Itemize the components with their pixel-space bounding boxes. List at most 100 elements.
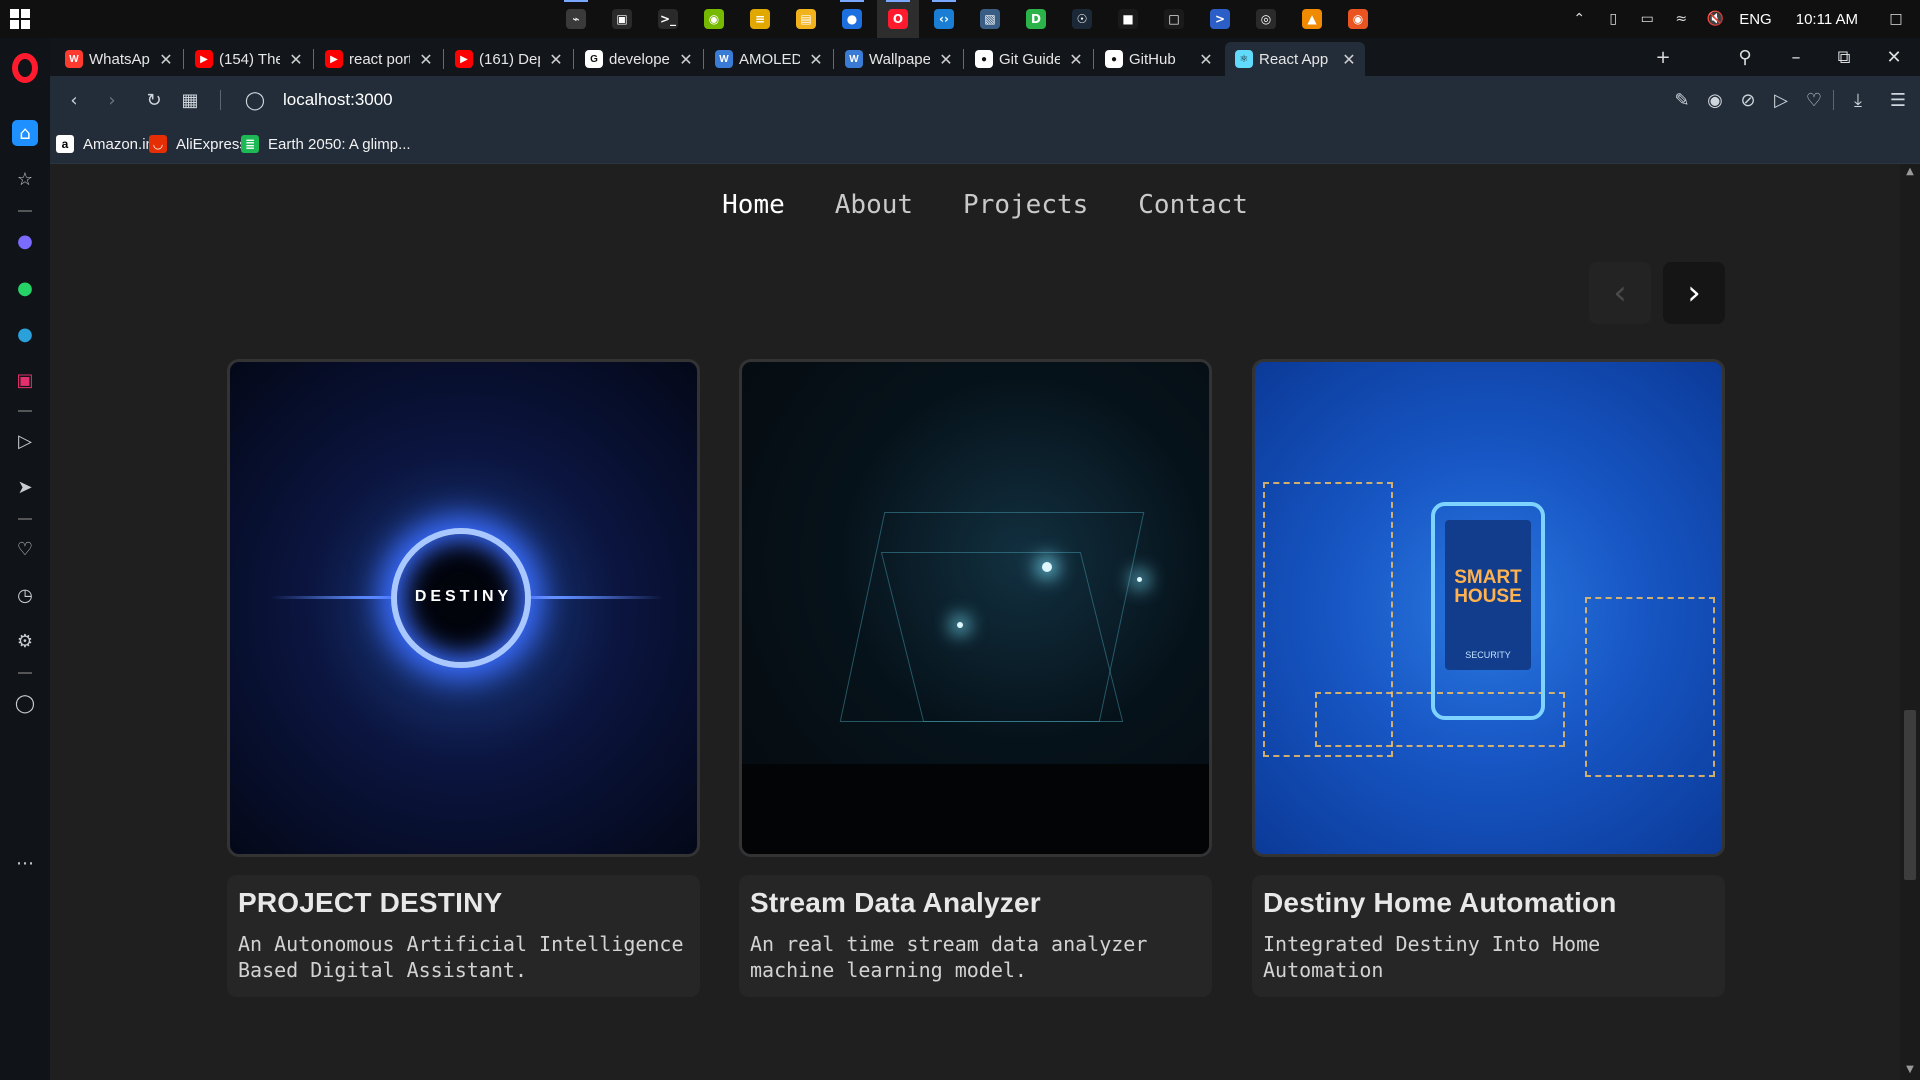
telegram-icon[interactable]: ● xyxy=(12,321,38,347)
project-card[interactable]: DESTINY PROJECT DESTINY An Autonomous Ar… xyxy=(227,359,700,997)
scroll-up-icon[interactable]: ▲ xyxy=(1904,166,1916,180)
adblock-icon[interactable]: ⊘ xyxy=(1736,88,1760,112)
tab-close-icon[interactable]: ✕ xyxy=(1339,50,1359,69)
tab-close-icon[interactable]: ✕ xyxy=(546,50,566,69)
bookmark-item[interactable]: ≣ Earth 2050: A glimp... xyxy=(241,133,411,155)
restore-button[interactable]: ⧉ xyxy=(1824,38,1864,76)
lightbulb-icon[interactable]: ◯ xyxy=(12,690,38,716)
project-card[interactable]: Stream Data Analyzer An real time stream… xyxy=(739,359,1212,997)
image-caption: SMART HOUSE xyxy=(1454,567,1522,607)
clock[interactable]: 10:11 AM xyxy=(1796,11,1858,28)
tab-close-icon[interactable]: ✕ xyxy=(806,50,826,69)
wifi-icon[interactable]: ≈ xyxy=(1671,9,1691,29)
globe-icon[interactable]: ◯ xyxy=(243,88,267,112)
scroll-down-icon[interactable]: ▼ xyxy=(1904,1064,1916,1078)
nav-link-home[interactable]: Home xyxy=(722,190,785,220)
carousel-prev-button[interactable]: ‹ xyxy=(1589,262,1651,324)
bookmark-item[interactable]: ◡ AliExpress xyxy=(149,133,247,155)
download-icon[interactable]: ⤓ xyxy=(1846,88,1870,112)
taskbar-app-powershell[interactable]: > xyxy=(1199,0,1241,38)
new-tab-button[interactable]: + xyxy=(1643,38,1683,76)
bookmark-heart-icon[interactable]: ♡ xyxy=(1802,88,1826,112)
taskbar-app-cmd[interactable]: ■ xyxy=(1107,0,1149,38)
taskbar-app-obs[interactable]: ◎ xyxy=(1245,0,1287,38)
nav-link-projects[interactable]: Projects xyxy=(963,190,1088,220)
speed-dial-icon[interactable]: ☆ xyxy=(12,166,38,192)
camera-icon[interactable]: ◉ xyxy=(1703,88,1727,112)
browser-tab[interactable]: ● Git Guides - in ✕ xyxy=(965,42,1092,76)
tab-divider xyxy=(703,49,704,69)
tab-close-icon[interactable]: ✕ xyxy=(156,50,176,69)
language-indicator[interactable]: ENG xyxy=(1739,11,1772,28)
taskbar-app-vlc[interactable]: ▲ xyxy=(1291,0,1333,38)
taskbar-app-acer[interactable]: ⌁ xyxy=(555,0,597,38)
heart-icon[interactable]: ♡ xyxy=(12,536,38,562)
page-viewport: Home About Projects Contact ‹ › DESTINY PRO… xyxy=(50,164,1900,1080)
url-field[interactable]: localhost:3000 xyxy=(283,88,393,112)
player-icon[interactable]: ▷ xyxy=(12,428,38,454)
page-scrollbar[interactable]: ▲ ▼ xyxy=(1900,164,1920,1080)
reload-button[interactable]: ↻ xyxy=(142,88,166,112)
tab-close-icon[interactable]: ✕ xyxy=(676,50,696,69)
opera-logo-icon[interactable] xyxy=(12,53,38,83)
chevron-up-icon[interactable]: ⌃ xyxy=(1569,9,1589,29)
settings-icon[interactable]: ⚙ xyxy=(12,628,38,654)
tab-grid-icon[interactable]: ▦ xyxy=(178,88,202,112)
home-icon[interactable]: ⌂ xyxy=(12,120,38,146)
tab-close-icon[interactable]: ✕ xyxy=(1066,50,1086,69)
flow-icon[interactable]: ▷ xyxy=(1769,88,1793,112)
minimize-button[interactable]: – xyxy=(1776,38,1816,76)
taskbar-app-vscode[interactable]: ‹› xyxy=(923,0,965,38)
system-tray: ⌃ ▯ ▭ ≈ 🔇 ENG 10:11 AM □ xyxy=(1569,0,1920,38)
tab-close-icon[interactable]: ✕ xyxy=(936,50,956,69)
windows-start-button[interactable] xyxy=(0,0,40,38)
edit-icon[interactable]: ✎ xyxy=(1670,88,1694,112)
browser-tab[interactable]: ▶ (161) Deploying ✕ xyxy=(445,42,572,76)
taskbar-app-nvidia[interactable]: ◉ xyxy=(693,0,735,38)
taskbar-app-window[interactable]: □ xyxy=(1153,0,1195,38)
browser-tab[interactable]: Gdeveloper wal ✕ xyxy=(575,42,702,76)
close-window-button[interactable]: ✕ xyxy=(1874,38,1914,76)
bookmarks-bar: a Amazon.in ◡ AliExpress ≣ Earth 2050: A glim… xyxy=(50,124,1920,164)
taskbar-app-notes[interactable]: ≡ xyxy=(739,0,781,38)
nav-link-contact[interactable]: Contact xyxy=(1138,190,1248,220)
browser-tab[interactable]: ▶ (154) The True ✕ xyxy=(185,42,312,76)
phone-link-icon[interactable]: ▯ xyxy=(1603,9,1623,29)
taskbar-app-upwork[interactable]: D xyxy=(1015,0,1057,38)
nav-link-about[interactable]: About xyxy=(835,190,913,220)
browser-tab[interactable]: W WhatsApp ✕ xyxy=(55,42,182,76)
notification-icon[interactable]: □ xyxy=(1886,9,1906,29)
taskbar-app-opera[interactable]: O xyxy=(877,0,919,38)
whatsapp-icon[interactable]: ● xyxy=(12,275,38,301)
instagram-icon[interactable]: ▣ xyxy=(12,367,38,393)
project-card[interactable]: SMART HOUSE SECURITY Destiny Home Automa… xyxy=(1252,359,1725,997)
tab-close-icon[interactable]: ✕ xyxy=(286,50,306,69)
scroll-thumb[interactable] xyxy=(1904,710,1916,880)
taskbar-app-slides[interactable]: ▣ xyxy=(601,0,643,38)
browser-tab[interactable]: W Wallpapers Se ✕ xyxy=(835,42,962,76)
tab-close-icon[interactable]: ✕ xyxy=(416,50,436,69)
send-icon[interactable]: ➤ xyxy=(12,474,38,500)
search-tabs-icon[interactable]: ⚲ xyxy=(1725,38,1765,76)
speaker-muted-icon[interactable]: 🔇 xyxy=(1705,9,1725,29)
taskbar-app-steam[interactable]: ☉ xyxy=(1061,0,1103,38)
history-icon[interactable]: ◷ xyxy=(12,582,38,608)
back-button[interactable]: ‹ xyxy=(62,88,86,112)
tab-close-icon[interactable]: ✕ xyxy=(1196,50,1216,69)
easy-setup-icon[interactable]: ☰ xyxy=(1886,88,1910,112)
taskbar-app-ubuntu[interactable]: ◉ xyxy=(1337,0,1379,38)
taskbar-app-terminal[interactable]: >_ xyxy=(647,0,689,38)
forward-button[interactable]: › xyxy=(100,88,124,112)
messenger-icon[interactable]: ● xyxy=(12,228,38,254)
carousel-next-button[interactable]: › xyxy=(1663,262,1725,324)
browser-tab[interactable]: ▶ react portfolio ✕ xyxy=(315,42,442,76)
taskbar-app-file-explorer[interactable]: ▤ xyxy=(785,0,827,38)
taskbar-app-photos[interactable]: ▧ xyxy=(969,0,1011,38)
browser-tab[interactable]: W AMOLED Pho ✕ xyxy=(705,42,832,76)
bookmark-item[interactable]: a Amazon.in xyxy=(56,133,154,155)
battery-icon[interactable]: ▭ xyxy=(1637,9,1657,29)
taskbar-app-firefox[interactable]: ● xyxy=(831,0,873,38)
more-icon[interactable]: ⋯ xyxy=(12,850,38,876)
browser-tab[interactable]: ⚛ React App ✕ xyxy=(1225,42,1365,76)
browser-tab[interactable]: ● GitHub ✕ xyxy=(1095,42,1222,76)
